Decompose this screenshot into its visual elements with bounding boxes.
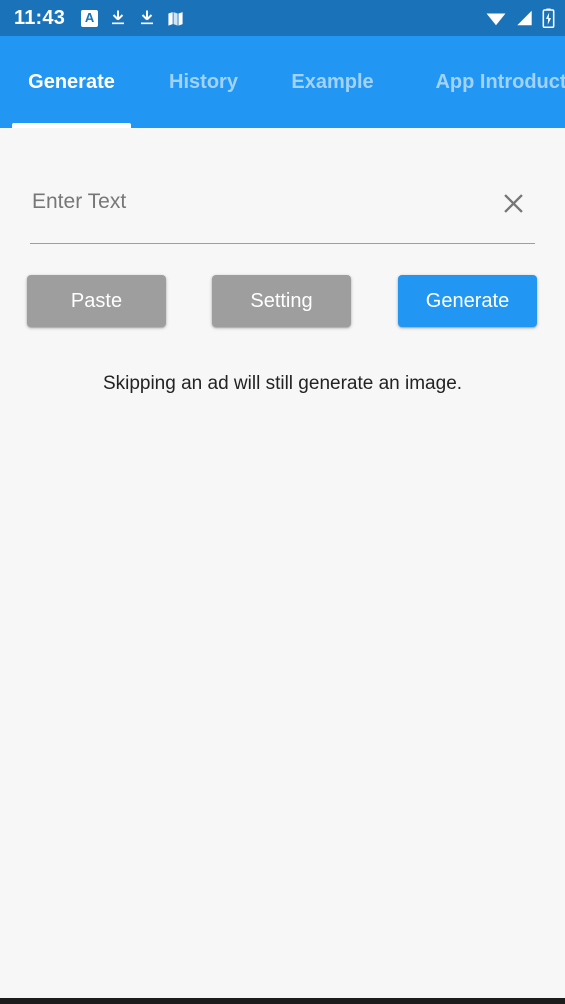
text-input-row (30, 172, 535, 244)
tab-example[interactable]: Example (264, 36, 401, 128)
cellular-signal-icon (515, 9, 534, 27)
tab-app-introduction[interactable]: App Introduction (401, 36, 565, 128)
tab-generate-label: Generate (28, 70, 115, 93)
action-button-row: Paste Setting Generate (0, 275, 565, 327)
status-bar: 11:43 (0, 0, 565, 36)
main-content: Paste Setting Generate Skipping an ad wi… (0, 128, 565, 998)
tab-history[interactable]: History (143, 36, 264, 128)
a-badge-icon (81, 9, 99, 27)
status-left-icons (81, 9, 184, 27)
system-navigation-bar (0, 998, 565, 1004)
search-input[interactable] (30, 189, 491, 226)
battery-charging-icon (542, 8, 555, 28)
wifi-icon (485, 9, 507, 27)
app-screen: 11:43 A Generate History Example App Int… (0, 0, 565, 1004)
tab-example-label: Example (291, 70, 374, 93)
tab-generate[interactable]: Generate (0, 36, 143, 128)
status-right-icons (485, 8, 555, 28)
download-icon (138, 9, 156, 27)
close-icon (503, 194, 523, 213)
setting-button[interactable]: Setting (212, 275, 351, 327)
tab-history-label: History (169, 70, 238, 93)
status-time: 11:43 (14, 7, 66, 29)
map-icon (167, 10, 184, 27)
tab-app-introduction-label: App Introduction (435, 70, 565, 93)
generate-button[interactable]: Generate (398, 275, 537, 327)
paste-button[interactable]: Paste (27, 275, 166, 327)
clear-button[interactable] (491, 182, 535, 226)
hint-text: Skipping an ad will still generate an im… (102, 373, 463, 394)
tab-strip: Generate History Example App Introductio… (0, 36, 565, 128)
tab-bar: Generate History Example App Introductio… (0, 36, 565, 128)
download-icon (109, 9, 127, 27)
